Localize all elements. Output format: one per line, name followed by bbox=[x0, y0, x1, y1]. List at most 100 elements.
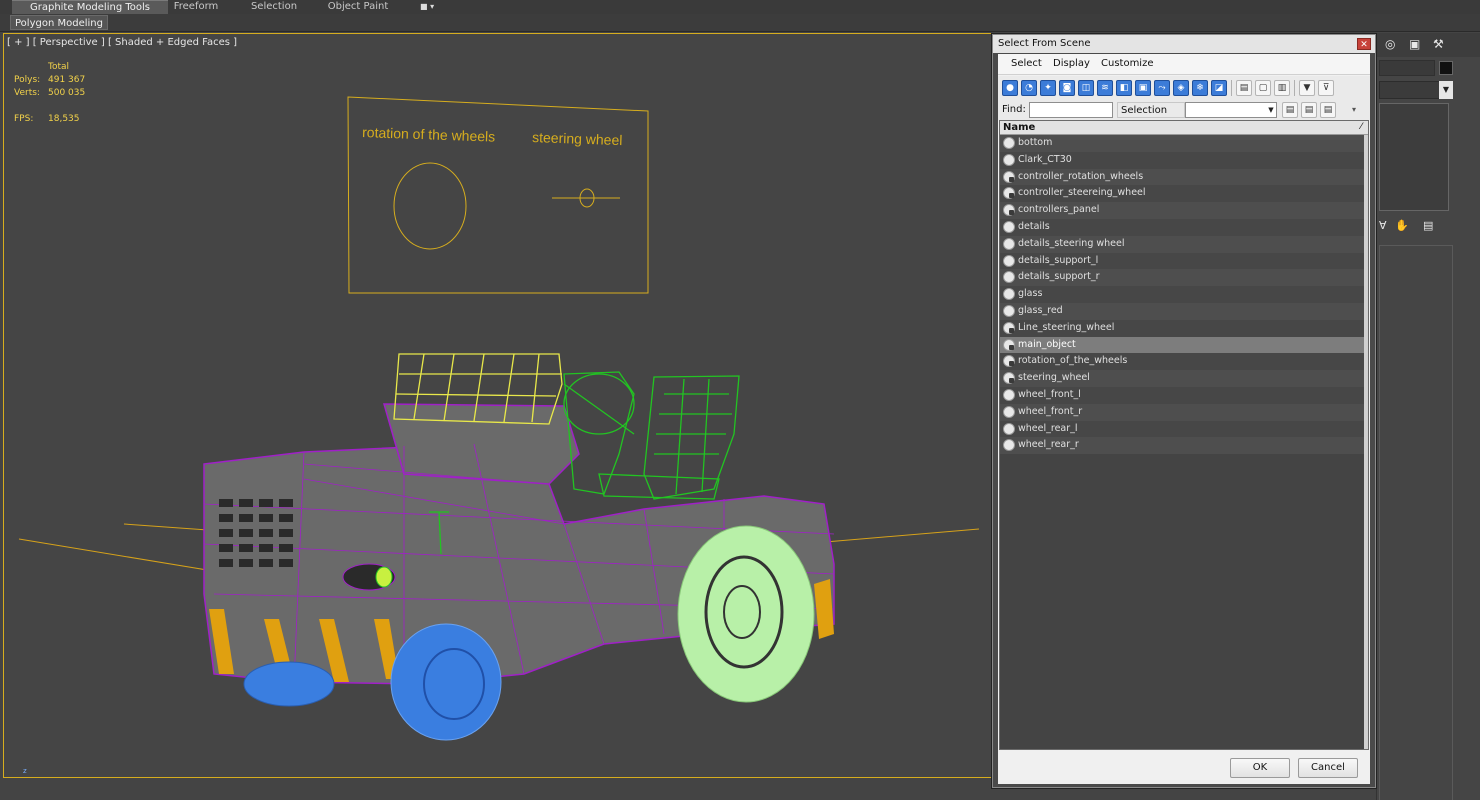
display-hidden-icon[interactable]: ◪ bbox=[1211, 80, 1227, 96]
filter-icon[interactable]: ▼ bbox=[1299, 80, 1315, 96]
hammer-icon[interactable]: ⚒ bbox=[1433, 37, 1444, 51]
command-panel-tabs: ◎ ▣ ⚒ bbox=[1377, 33, 1480, 57]
tab-freeform[interactable]: Freeform bbox=[168, 0, 224, 14]
ok-button[interactable]: OK bbox=[1230, 758, 1290, 778]
geometry-icon bbox=[1003, 422, 1015, 435]
list-item[interactable]: details_steering wheel bbox=[1000, 235, 1368, 253]
perspective-viewport[interactable]: [ + ] [ Perspective ] [ Shaded + Edged F… bbox=[3, 33, 1003, 778]
display-cameras-icon[interactable]: ◙ bbox=[1059, 80, 1075, 96]
list-scrollbar[interactable] bbox=[1364, 135, 1368, 749]
add-to-selection-set-icon[interactable]: ▤ bbox=[1301, 102, 1317, 118]
tab-selection[interactable]: Selection bbox=[244, 0, 304, 14]
shape-icon bbox=[1003, 321, 1015, 334]
ribbon-options-icon[interactable]: ■ ▾ bbox=[420, 2, 440, 12]
utilities-monitor-icon[interactable]: ▣ bbox=[1409, 37, 1420, 51]
modifier-list-dropdown[interactable]: ▼ bbox=[1379, 81, 1453, 99]
list-item[interactable]: details bbox=[1000, 218, 1368, 236]
display-bones-icon[interactable]: ⤳ bbox=[1154, 80, 1170, 96]
menu-select[interactable]: Select bbox=[1011, 58, 1042, 69]
close-icon[interactable]: ✕ bbox=[1357, 38, 1371, 50]
list-item[interactable]: glass bbox=[1000, 286, 1368, 303]
list-item-selected[interactable]: main_object bbox=[1000, 336, 1368, 354]
ribbon-panel: Polygon Modeling bbox=[0, 14, 1480, 32]
menu-display[interactable]: Display bbox=[1053, 58, 1090, 69]
list-item[interactable]: wheel_front_r bbox=[1000, 403, 1368, 421]
list-item[interactable]: controller_steereing_wheel bbox=[1000, 185, 1368, 203]
modifier-stack[interactable] bbox=[1379, 103, 1449, 211]
pin-stack-icon[interactable]: ∀ bbox=[1379, 219, 1387, 232]
configure-icon[interactable]: ▤ bbox=[1423, 219, 1433, 232]
dialog-footer: OK Cancel bbox=[998, 754, 1370, 784]
command-panel: ◎ ▣ ⚒ ▼ ∀ ✋ ▤ bbox=[1376, 33, 1480, 800]
filter-toolbar: ● ◔ ✦ ◙ ◫ ≋ ◧ ▣ ⤳ ◈ ❄ ◪ ▤ ▢ ▥ ▼ ⊽ bbox=[998, 76, 1370, 100]
list-item[interactable]: glass_red bbox=[1000, 302, 1368, 320]
create-selection-set-icon[interactable]: ▤ bbox=[1282, 102, 1298, 118]
remove-from-selection-set-icon[interactable]: ▤ bbox=[1320, 102, 1336, 118]
filter-options-icon[interactable]: ⊽ bbox=[1318, 80, 1334, 96]
display-helpers-icon[interactable]: ◫ bbox=[1078, 80, 1094, 96]
display-icon[interactable]: ◎ bbox=[1385, 37, 1395, 51]
display-containers-icon[interactable]: ◈ bbox=[1173, 80, 1189, 96]
list-item[interactable]: controller_rotation_wheels bbox=[1000, 168, 1368, 186]
list-item[interactable]: wheel_front_l bbox=[1000, 386, 1368, 404]
list-item[interactable]: controllers_panel bbox=[1000, 202, 1368, 219]
dialog-menubar: Select Display Customize bbox=[998, 54, 1370, 75]
find-label: Find: bbox=[1002, 104, 1026, 115]
find-input[interactable] bbox=[1029, 102, 1113, 118]
shape-icon bbox=[1003, 372, 1015, 385]
display-shapes-icon[interactable]: ◔ bbox=[1021, 80, 1037, 96]
stack-buttons: ∀ ✋ ▤ bbox=[1377, 217, 1480, 237]
display-groups-icon[interactable]: ◧ bbox=[1116, 80, 1132, 96]
list-item[interactable]: rotation_of_the_wheels bbox=[1000, 353, 1368, 371]
list-item[interactable]: wheel_rear_l bbox=[1000, 420, 1368, 438]
polygon-modeling-button[interactable]: Polygon Modeling bbox=[10, 15, 108, 30]
shape-icon bbox=[1003, 355, 1015, 368]
geometry-icon bbox=[1003, 254, 1015, 267]
menu-customize[interactable]: Customize bbox=[1101, 58, 1154, 69]
steering-wheel-label: steering wheel bbox=[532, 129, 623, 148]
list-item[interactable]: bottom bbox=[1000, 135, 1368, 152]
geometry-icon bbox=[1003, 153, 1015, 166]
rotation-wheels-label: rotation of the wheels bbox=[362, 124, 496, 145]
list-item[interactable]: Clark_CT30 bbox=[1000, 151, 1368, 169]
geometry-icon bbox=[1003, 304, 1015, 317]
shape-icon bbox=[1003, 170, 1015, 183]
list-item[interactable]: details_support_r bbox=[1000, 269, 1368, 287]
list-item[interactable]: steering_wheel bbox=[1000, 370, 1368, 387]
select-from-scene-dialog: Select From Scene ✕ Select Display Custo… bbox=[992, 34, 1376, 788]
shape-icon bbox=[1003, 338, 1015, 351]
list-item[interactable]: Line_steering_wheel bbox=[1000, 319, 1368, 337]
object-name-field[interactable] bbox=[1379, 60, 1435, 76]
name-column-header[interactable]: Name ⁄ bbox=[1000, 121, 1368, 135]
dialog-title: Select From Scene bbox=[998, 38, 1091, 49]
cancel-button[interactable]: Cancel bbox=[1298, 758, 1358, 778]
sort-icon[interactable]: ⁄ bbox=[1360, 121, 1362, 134]
select-invert-icon[interactable]: ▥ bbox=[1274, 80, 1290, 96]
list-item[interactable]: details_support_l bbox=[1000, 252, 1368, 270]
display-spacewarps-icon[interactable]: ≋ bbox=[1097, 80, 1113, 96]
geometry-icon bbox=[1003, 237, 1015, 250]
display-geometry-icon[interactable]: ● bbox=[1002, 80, 1018, 96]
display-frozen-icon[interactable]: ❄ bbox=[1192, 80, 1208, 96]
object-color-swatch[interactable] bbox=[1439, 61, 1453, 75]
tab-graphite-modeling-tools[interactable]: Graphite Modeling Tools bbox=[12, 0, 168, 14]
dialog-titlebar[interactable]: Select From Scene ✕ bbox=[993, 35, 1375, 53]
list-item[interactable]: wheel_rear_r bbox=[1000, 437, 1368, 455]
object-list[interactable]: Name ⁄ bottom Clark_CT30 controller_rota… bbox=[999, 120, 1369, 750]
geometry-icon bbox=[1003, 288, 1015, 301]
shape-icon bbox=[1003, 187, 1015, 200]
hand-icon[interactable]: ✋ bbox=[1395, 219, 1409, 232]
ribbon-tabs: Graphite Modeling Tools Freeform Selecti… bbox=[0, 0, 1480, 14]
display-xrefs-icon[interactable]: ▣ bbox=[1135, 80, 1151, 96]
tab-object-paint[interactable]: Object Paint bbox=[322, 0, 394, 14]
expand-toolbar-icon[interactable]: ▾ bbox=[1352, 105, 1356, 114]
name-column-label: Name bbox=[1003, 122, 1036, 133]
display-lights-icon[interactable]: ✦ bbox=[1040, 80, 1056, 96]
panel-labels: rotation of the wheels steering wheel bbox=[362, 124, 623, 148]
chevron-down-icon[interactable]: ▼ bbox=[1439, 81, 1453, 99]
select-all-icon[interactable]: ▤ bbox=[1236, 80, 1252, 96]
selection-set-dropdown[interactable]: ▼ bbox=[1185, 102, 1277, 118]
geometry-icon bbox=[1003, 388, 1015, 401]
select-none-icon[interactable]: ▢ bbox=[1255, 80, 1271, 96]
chevron-down-icon[interactable]: ▼ bbox=[1266, 103, 1276, 117]
